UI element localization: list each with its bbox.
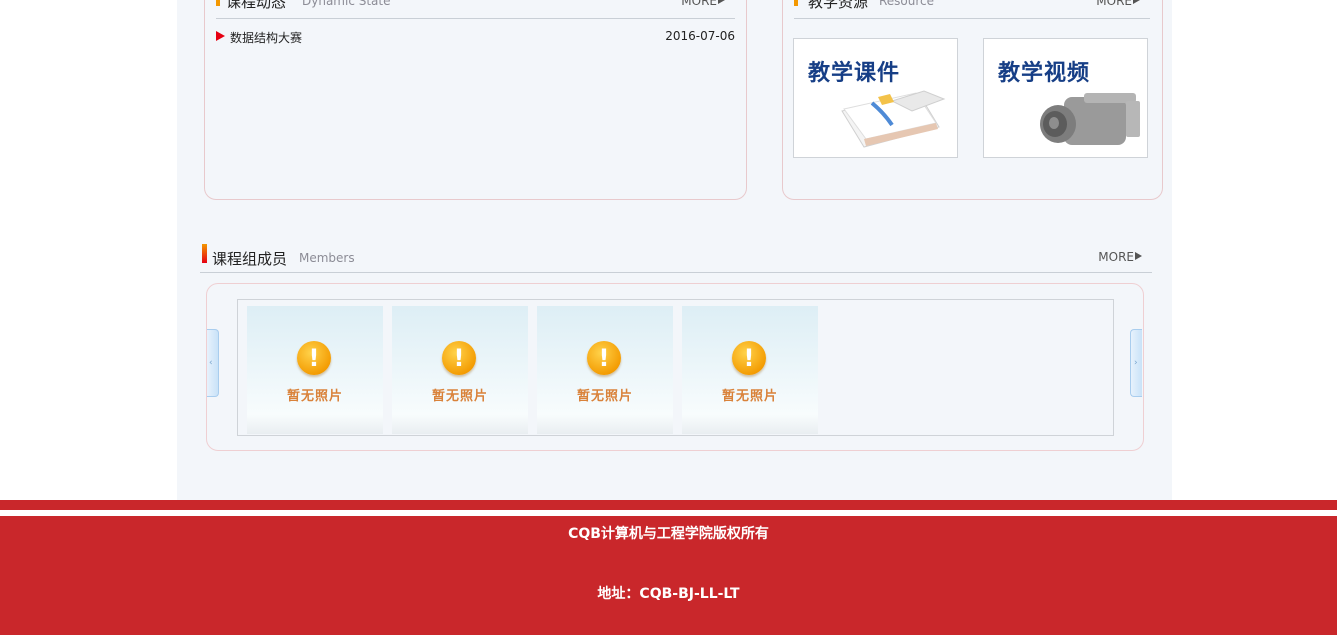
more-arrow-icon [1133, 0, 1140, 4]
resources-section-header: 教学资源 Resource MORE [794, 0, 1150, 19]
courseware-card[interactable]: 教学课件 [793, 38, 958, 158]
resources-section-title: 教学资源 [808, 0, 869, 11]
members-section-subtitle: Members [299, 251, 355, 265]
book-illustration-icon [841, 90, 946, 148]
footer-copyright: CQB计算机与工程学院版权所有 [568, 526, 769, 542]
carousel-prev-button[interactable]: ‹ [207, 329, 219, 397]
footer-address: 地址：CQB-BJ-LL-LT [597, 586, 740, 602]
carousel-next-button[interactable]: › [1130, 329, 1142, 397]
more-label: MORE [1096, 0, 1132, 8]
section-marker [216, 0, 220, 6]
member-photo[interactable]: ! 暂无照片 [682, 306, 818, 434]
member-photo[interactable]: ! 暂无照片 [247, 306, 383, 434]
members-more-link[interactable]: MORE [1098, 250, 1142, 264]
members-section-header: 课程组成员 Members MORE [200, 244, 1152, 273]
news-more-link[interactable]: MORE [681, 0, 725, 8]
warning-icon: ! [587, 341, 621, 375]
teaching-video-card[interactable]: 教学视频 [983, 38, 1148, 158]
members-section-title: 课程组成员 [212, 250, 288, 268]
news-section-title: 课程动态 [226, 0, 287, 11]
warning-icon: ! [442, 341, 476, 375]
section-marker [202, 244, 207, 263]
more-label: MORE [681, 0, 717, 8]
chevron-right-icon: › [1134, 358, 1138, 368]
resources-section-subtitle: Resource [879, 0, 935, 8]
resources-more-link[interactable]: MORE [1096, 0, 1140, 8]
news-section-subtitle: Dynamic State [302, 0, 391, 8]
more-arrow-icon [718, 0, 725, 4]
no-photo-label: 暂无照片 [721, 389, 778, 404]
no-photo-label: 暂无照片 [431, 389, 488, 404]
news-item-title[interactable]: 数据结构大赛 [230, 29, 302, 46]
news-list-item[interactable]: 数据结构大赛 2016-07-06 [216, 29, 735, 45]
more-arrow-icon [1135, 252, 1142, 260]
warning-icon: ! [297, 341, 331, 375]
chevron-left-icon: ‹ [209, 358, 213, 368]
news-item-date: 2016-07-06 [665, 29, 735, 43]
footer-top-stripe [0, 500, 1337, 510]
member-photo[interactable]: ! 暂无照片 [392, 306, 528, 434]
camcorder-illustration-icon [1040, 93, 1140, 145]
more-label: MORE [1098, 250, 1134, 264]
warning-icon: ! [732, 341, 766, 375]
member-photo[interactable]: ! 暂无照片 [537, 306, 673, 434]
section-marker [794, 0, 798, 6]
no-photo-label: 暂无照片 [286, 389, 343, 404]
no-photo-label: 暂无照片 [576, 389, 633, 404]
footer: CQB计算机与工程学院版权所有 地址：CQB-BJ-LL-LT [0, 516, 1337, 635]
bullet-triangle-icon [216, 31, 225, 41]
news-section-header: 课程动态 Dynamic State MORE [216, 0, 735, 19]
